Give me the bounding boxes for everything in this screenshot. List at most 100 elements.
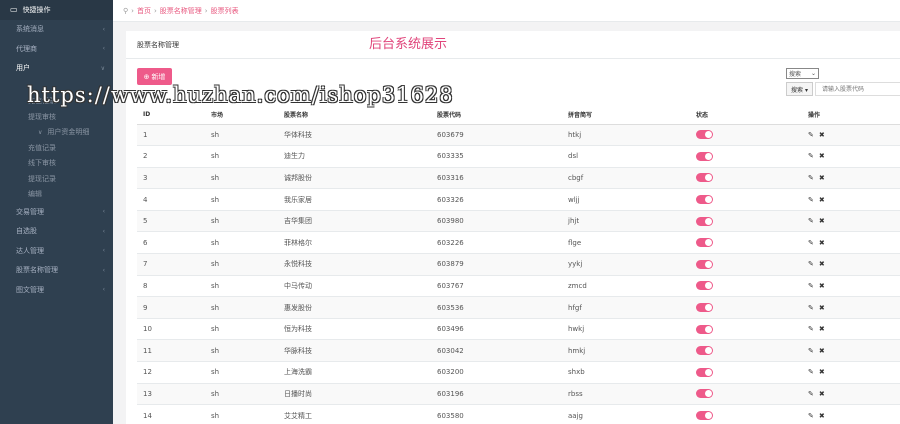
breadcrumb-stock-manage[interactable]: 股票名称管理 <box>160 6 202 16</box>
breadcrumb-sep: › <box>131 6 134 15</box>
sidebar-item-1[interactable]: 代理商 ‹ <box>0 39 113 59</box>
status-toggle[interactable] <box>696 238 713 248</box>
cell-actions: ✎ ✖ <box>802 188 900 211</box>
panel-title: 股票名称管理 后台系统展示 <box>126 31 900 59</box>
search-dropdown-button[interactable]: 搜索 ▾ <box>786 82 813 96</box>
cell-name: 艾艾精工 <box>278 404 431 424</box>
sidebar-item-14[interactable]: 股票名称管理 ‹ <box>0 261 113 281</box>
cell-name: 华脉科技 <box>278 339 431 362</box>
cell-pinyin: htkj <box>562 123 690 146</box>
delete-icon[interactable]: ✖ <box>819 196 825 204</box>
cell-pinyin: jhjt <box>562 209 690 232</box>
cell-id: 13 <box>137 382 205 405</box>
cell-name: 迪生力 <box>278 145 431 168</box>
delete-icon[interactable]: ✖ <box>819 152 825 160</box>
edit-icon[interactable]: ✎ <box>808 131 814 139</box>
cell-actions: ✎ ✖ <box>802 361 900 384</box>
status-toggle[interactable] <box>696 195 713 205</box>
delete-icon[interactable]: ✖ <box>819 368 825 376</box>
status-toggle[interactable] <box>696 411 713 421</box>
status-toggle[interactable] <box>696 151 713 161</box>
status-toggle[interactable] <box>696 173 713 183</box>
status-toggle[interactable] <box>696 389 713 399</box>
sidebar-item-6[interactable]: ∨ 用户资金明细 <box>0 125 113 141</box>
status-toggle[interactable] <box>696 281 713 291</box>
stock-table: ID 市场 股票名称 股票代码 拼音简写 状态 操作 1 sh 华体科技 603679… <box>137 106 900 424</box>
delete-icon[interactable]: ✖ <box>819 390 825 398</box>
edit-icon[interactable]: ✎ <box>808 304 814 312</box>
cell-code: 603200 <box>431 361 562 384</box>
edit-icon[interactable]: ✎ <box>808 282 814 290</box>
edit-icon[interactable]: ✎ <box>808 347 814 355</box>
sidebar-item-8[interactable]: 线下审核 <box>0 156 113 172</box>
cell-id: 10 <box>137 317 205 340</box>
delete-icon[interactable]: ✖ <box>819 304 825 312</box>
sidebar-item-9[interactable]: 提现记录 <box>0 171 113 187</box>
sidebar-item-13[interactable]: 达人管理 ‹ <box>0 241 113 261</box>
delete-icon[interactable]: ✖ <box>819 174 825 182</box>
delete-icon[interactable]: ✖ <box>819 325 825 333</box>
cell-status <box>690 361 802 384</box>
edit-icon[interactable]: ✎ <box>808 239 814 247</box>
status-toggle[interactable] <box>696 324 713 334</box>
delete-icon[interactable]: ✖ <box>819 347 825 355</box>
cell-pinyin: flge <box>562 231 690 254</box>
delete-icon[interactable]: ✖ <box>819 282 825 290</box>
delete-icon[interactable]: ✖ <box>819 412 825 420</box>
breadcrumb-home[interactable]: 首页 <box>137 6 151 16</box>
cell-pinyin: zmcd <box>562 274 690 297</box>
sidebar-list: 系统消息 ‹ 代理商 ‹ 用户 ∨ 充值记录 提现审核 ∨ 用户资金明细 充值记录 线下审核 提现记录编… <box>0 20 113 300</box>
breadcrumb-stock-list[interactable]: 股票列表 <box>211 6 239 16</box>
sidebar-item-5[interactable]: 提现审核 <box>0 109 113 125</box>
location-icon: ⚲ <box>123 6 129 15</box>
edit-icon[interactable]: ✎ <box>808 174 814 182</box>
sidebar-item-12[interactable]: 自选股 ‹ <box>0 222 113 242</box>
search-select[interactable]: 搜索 ⌄ <box>786 68 819 79</box>
edit-icon[interactable]: ✎ <box>808 196 814 204</box>
sidebar-item-label: 用户资金明细 <box>47 128 90 137</box>
cell-actions: ✎ ✖ <box>802 296 900 319</box>
sidebar-item-7[interactable]: 充值记录 <box>0 140 113 156</box>
sidebar-item-4[interactable]: 充值记录 <box>0 94 113 110</box>
sidebar-item-15[interactable]: 图文管理 ‹ <box>0 280 113 300</box>
cell-actions: ✎ ✖ <box>802 166 900 189</box>
status-toggle[interactable] <box>696 216 713 226</box>
cell-id: 1 <box>137 123 205 146</box>
edit-icon[interactable]: ✎ <box>808 368 814 376</box>
delete-icon[interactable]: ✖ <box>819 260 825 268</box>
edit-icon[interactable]: ✎ <box>808 260 814 268</box>
status-toggle[interactable] <box>696 259 713 269</box>
cell-pinyin: aajg <box>562 404 690 424</box>
cell-market: sh <box>205 166 278 189</box>
table-row: 2 sh 迪生力 603335 dsl ✎ ✖ <box>137 145 900 168</box>
cell-name: 中马传动 <box>278 274 431 297</box>
edit-icon[interactable]: ✎ <box>808 152 814 160</box>
search-input[interactable] <box>815 82 900 96</box>
sidebar-head-shortcuts[interactable]: ▭ 快捷操作 <box>0 0 113 20</box>
sidebar-item-2[interactable]: 用户 ∨ <box>0 59 113 79</box>
status-toggle[interactable] <box>696 367 713 377</box>
delete-icon[interactable]: ✖ <box>819 239 825 247</box>
delete-icon[interactable]: ✖ <box>819 131 825 139</box>
sidebar-item-label: 代理商 <box>16 44 37 53</box>
sidebar-item-label: 用户 <box>16 64 30 73</box>
edit-icon[interactable]: ✎ <box>808 412 814 420</box>
cell-actions: ✎ ✖ <box>802 123 900 146</box>
status-toggle[interactable] <box>696 346 713 356</box>
edit-icon[interactable]: ✎ <box>808 217 814 225</box>
edit-icon[interactable]: ✎ <box>808 390 814 398</box>
status-toggle[interactable] <box>696 130 713 140</box>
sidebar-item-0[interactable]: 系统消息 ‹ <box>0 20 113 40</box>
cell-status <box>690 209 802 232</box>
sidebar-item-10[interactable]: 编辑 <box>0 187 113 203</box>
sidebar-item-11[interactable]: 交易管理 ‹ <box>0 202 113 222</box>
add-button[interactable]: ⊕ 新增 <box>137 68 172 85</box>
breadcrumb-sep: › <box>153 6 157 15</box>
delete-icon[interactable]: ✖ <box>819 217 825 225</box>
status-toggle[interactable] <box>696 303 713 313</box>
cell-id: 9 <box>137 296 205 319</box>
cell-pinyin: hfgf <box>562 296 690 319</box>
plus-icon: ⊕ <box>143 72 150 81</box>
cell-market: sh <box>205 188 278 211</box>
edit-icon[interactable]: ✎ <box>808 325 814 333</box>
